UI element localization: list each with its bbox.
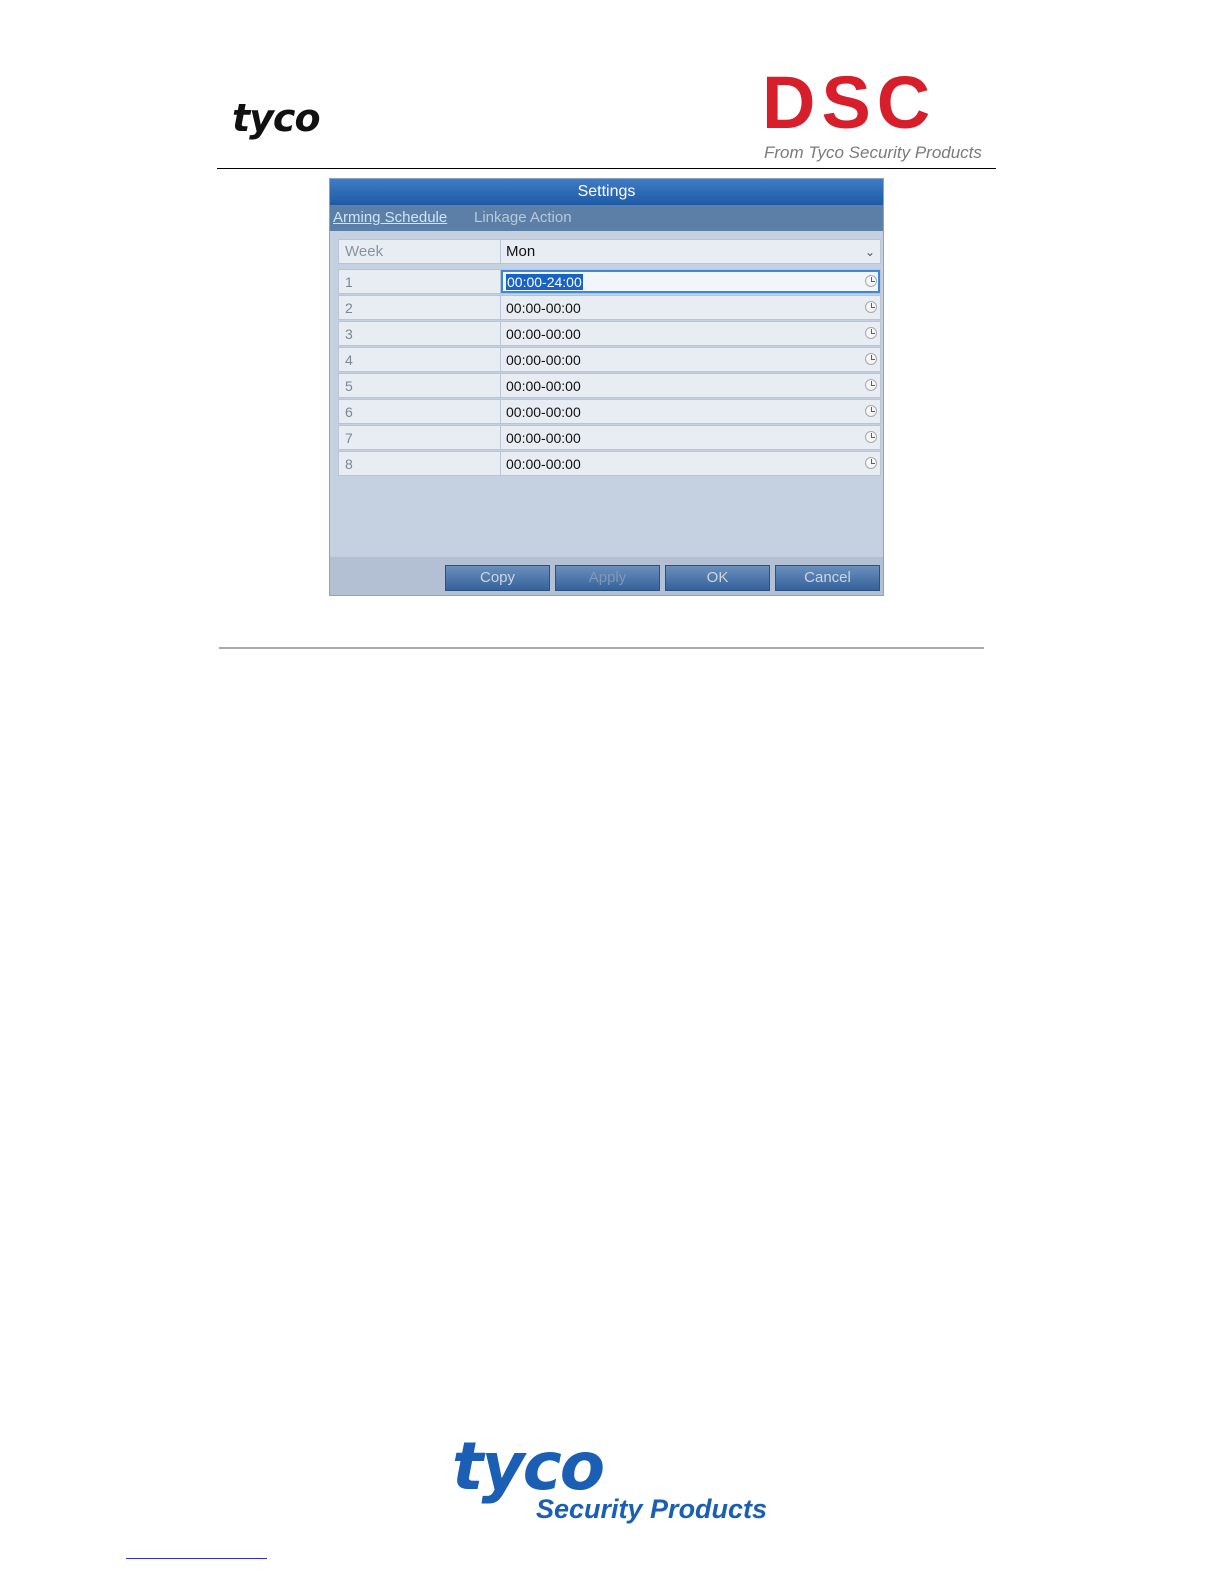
time-period-field[interactable]: 00:00-00:00 xyxy=(501,374,880,397)
time-period-field[interactable]: 00:00-00:00 xyxy=(501,348,880,371)
schedule-panel: Week Mon ⌄ 1 00:00-24:00 2 00:00-00:00 3… xyxy=(330,231,883,557)
clock-icon[interactable] xyxy=(865,457,877,469)
copy-button[interactable]: Copy xyxy=(445,565,550,591)
time-period-value: 00:00-00:00 xyxy=(506,378,581,394)
tab-linkage-action[interactable]: Linkage Action xyxy=(474,209,572,226)
schedule-row: 7 00:00-00:00 xyxy=(338,425,881,450)
dialog-title: Settings xyxy=(330,179,883,205)
week-select-value: Mon xyxy=(506,243,536,260)
schedule-index: 1 xyxy=(339,270,501,293)
time-period-value: 00:00-00:00 xyxy=(506,300,581,316)
schedule-row: 1 00:00-24:00 xyxy=(338,269,881,294)
time-period-value: 00:00-00:00 xyxy=(506,352,581,368)
schedule-row: 2 00:00-00:00 xyxy=(338,295,881,320)
schedule-index: 5 xyxy=(339,374,501,397)
tyco-security-logo: tyco xyxy=(452,1428,605,1505)
schedule-index: 6 xyxy=(339,400,501,423)
dsc-logo: DSC xyxy=(762,61,937,144)
time-period-value: 00:00-24:00 xyxy=(506,274,583,290)
time-period-field[interactable]: 00:00-24:00 xyxy=(501,270,880,293)
tab-bar: Arming Schedule Linkage Action xyxy=(330,205,883,231)
clock-icon[interactable] xyxy=(865,275,877,287)
schedule-index: 4 xyxy=(339,348,501,371)
ok-button[interactable]: OK xyxy=(665,565,770,591)
week-label: Week xyxy=(339,240,501,263)
time-period-field[interactable]: 00:00-00:00 xyxy=(501,400,880,423)
clock-icon[interactable] xyxy=(865,379,877,391)
settings-dialog: Settings Arming Schedule Linkage Action … xyxy=(330,179,883,595)
clock-icon[interactable] xyxy=(865,431,877,443)
time-period-field[interactable]: 00:00-00:00 xyxy=(501,296,880,319)
section-divider xyxy=(219,647,984,649)
tyco-logo: tyco xyxy=(232,96,321,140)
clock-icon[interactable] xyxy=(865,405,877,417)
schedule-row: 5 00:00-00:00 xyxy=(338,373,881,398)
chevron-down-icon[interactable]: ⌄ xyxy=(865,240,875,264)
time-period-value: 00:00-00:00 xyxy=(506,326,581,342)
cancel-button[interactable]: Cancel xyxy=(775,565,880,591)
schedule-row: 8 00:00-00:00 xyxy=(338,451,881,476)
time-period-field[interactable]: 00:00-00:00 xyxy=(501,452,880,475)
footnote-divider xyxy=(126,1558,267,1559)
week-row: Week Mon ⌄ xyxy=(338,239,881,264)
apply-button[interactable]: Apply xyxy=(555,565,660,591)
schedule-row: 4 00:00-00:00 xyxy=(338,347,881,372)
schedule-index: 3 xyxy=(339,322,501,345)
week-select[interactable]: Mon ⌄ xyxy=(501,240,880,263)
clock-icon[interactable] xyxy=(865,301,877,313)
tab-arming-schedule[interactable]: Arming Schedule xyxy=(333,209,447,226)
clock-icon[interactable] xyxy=(865,353,877,365)
schedule-row: 3 00:00-00:00 xyxy=(338,321,881,346)
schedule-index: 7 xyxy=(339,426,501,449)
time-period-value: 00:00-00:00 xyxy=(506,430,581,446)
time-period-field[interactable]: 00:00-00:00 xyxy=(501,426,880,449)
clock-icon[interactable] xyxy=(865,327,877,339)
time-period-value: 00:00-00:00 xyxy=(506,404,581,420)
time-period-field[interactable]: 00:00-00:00 xyxy=(501,322,880,345)
tyco-security-tagline: Security Products xyxy=(536,1494,768,1524)
time-period-value: 00:00-00:00 xyxy=(506,456,581,472)
dialog-button-bar: Copy Apply OK Cancel xyxy=(330,557,883,595)
schedule-index: 8 xyxy=(339,452,501,475)
schedule-index: 2 xyxy=(339,296,501,319)
dsc-tagline: From Tyco Security Products xyxy=(764,143,982,162)
schedule-row: 6 00:00-00:00 xyxy=(338,399,881,424)
header-divider xyxy=(217,168,996,169)
